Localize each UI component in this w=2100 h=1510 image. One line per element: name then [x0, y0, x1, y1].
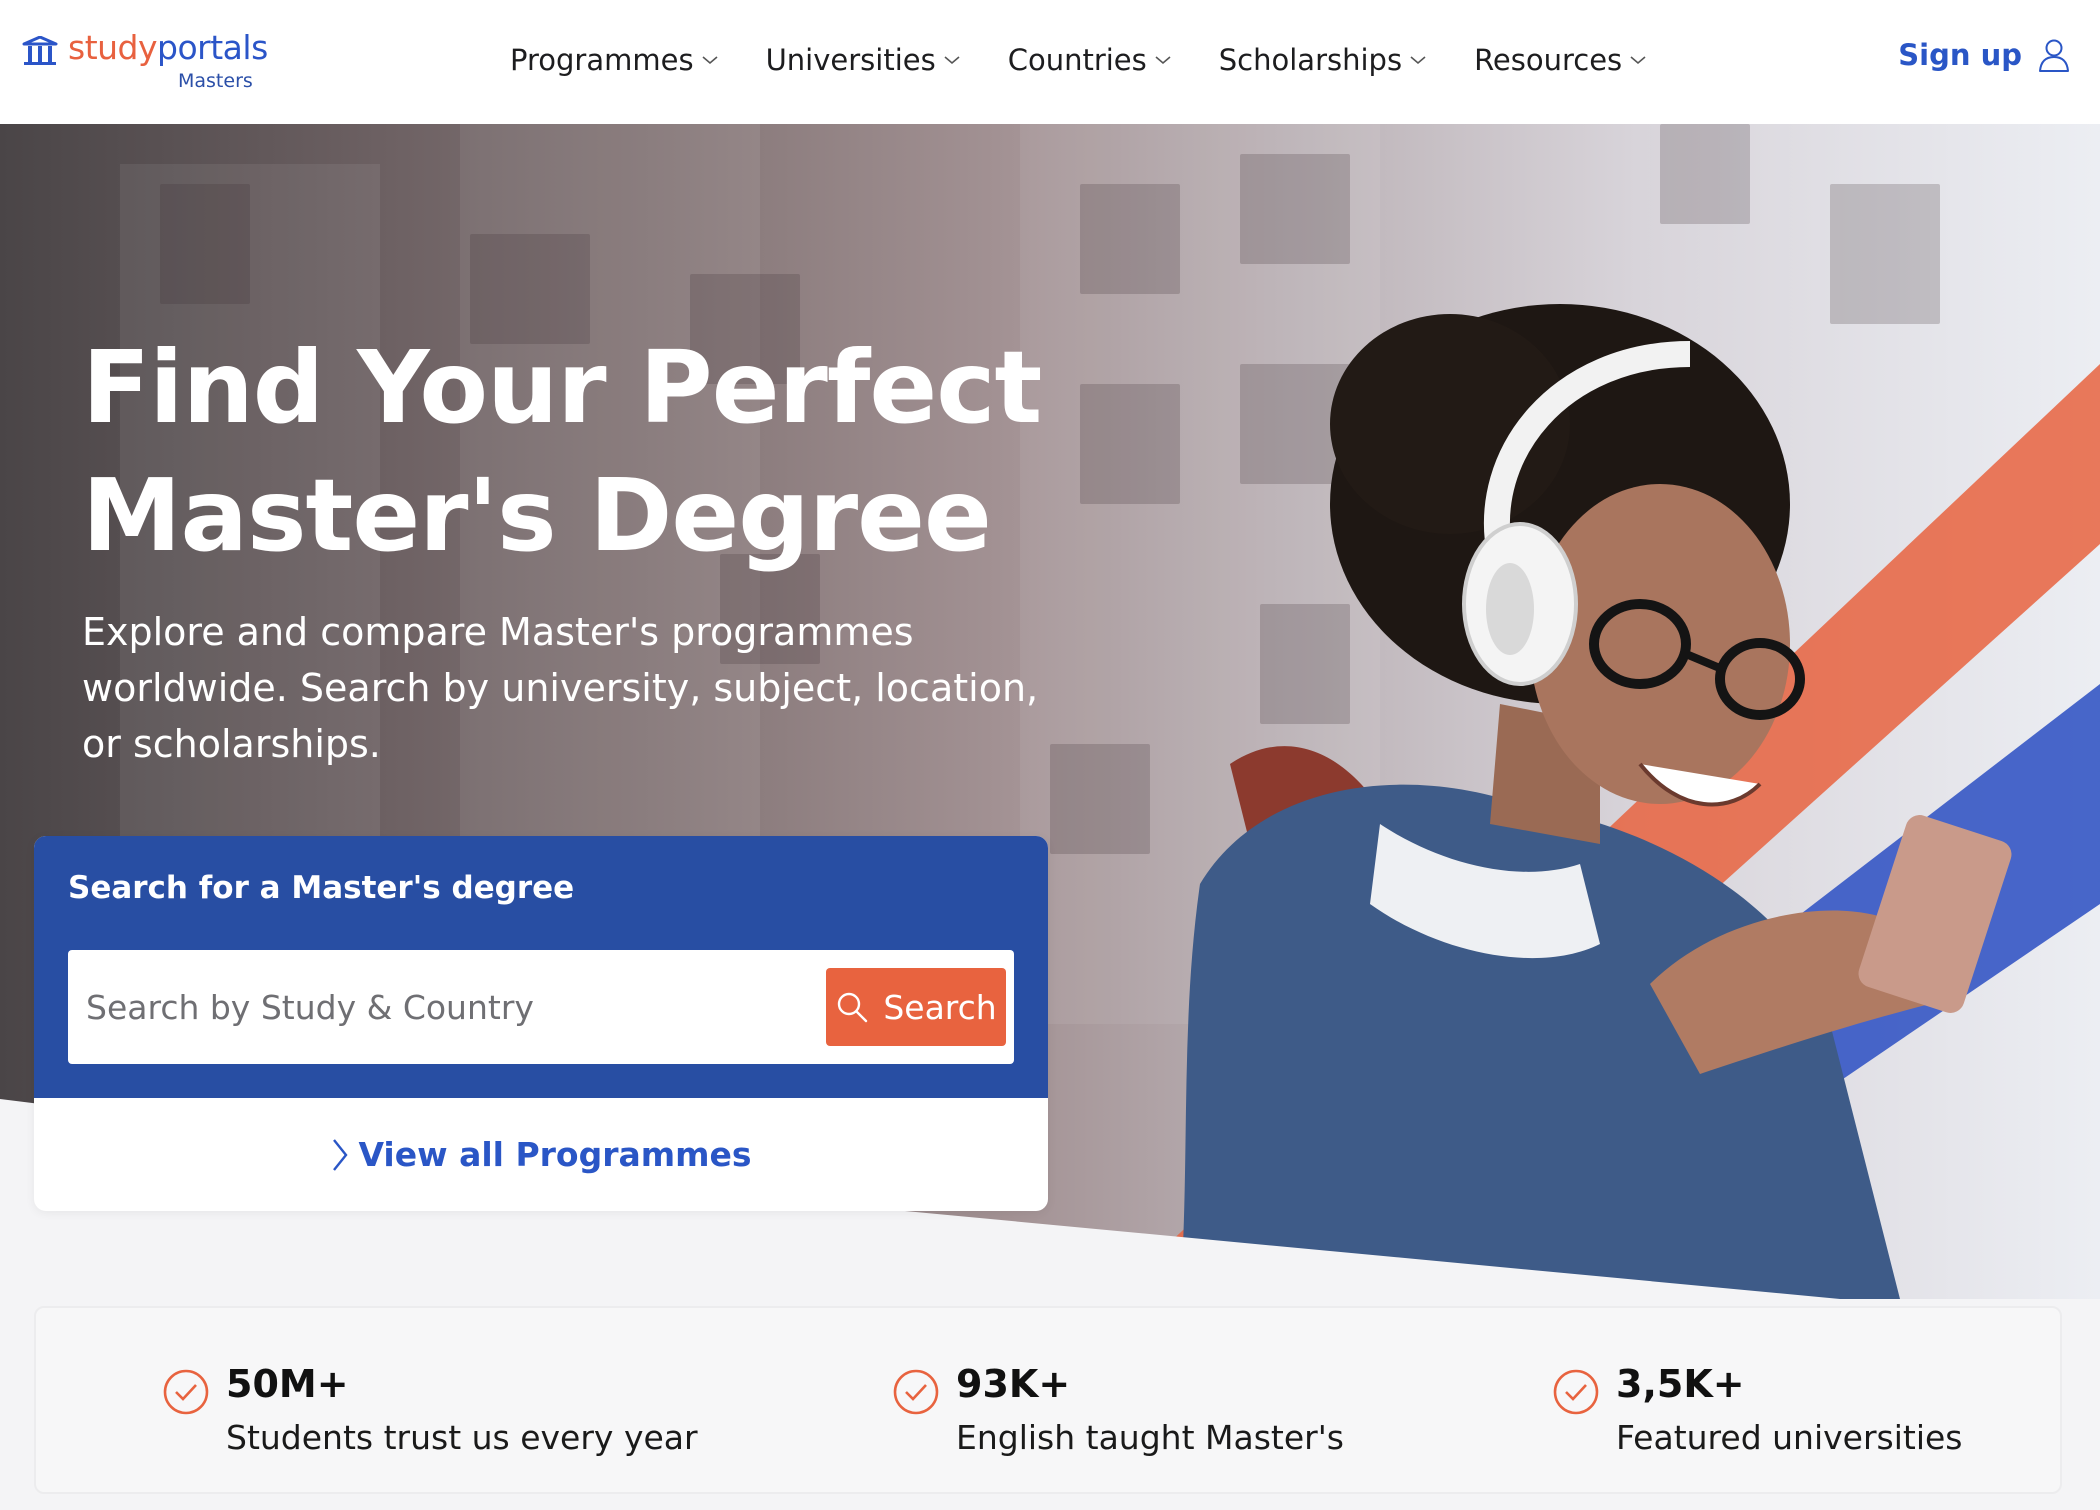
chevron-right-icon — [333, 1138, 348, 1171]
stat-value: 50M+ — [226, 1362, 349, 1406]
check-circle-icon — [893, 1369, 939, 1415]
view-all-label: View all Programmes — [358, 1135, 752, 1174]
hero-title-line1: Find Your Perfect — [82, 329, 1042, 446]
stat-label: English taught Master's — [956, 1418, 1344, 1457]
stat-value: 3,5K+ — [1616, 1362, 1745, 1406]
site-header: studyportals Masters Programmes Universi… — [0, 0, 2100, 124]
nav-countries[interactable]: Countries — [1008, 38, 1171, 82]
chevron-down-icon — [1155, 56, 1171, 65]
logo-study: study — [68, 28, 158, 67]
studyportals-logo[interactable]: studyportals Masters — [22, 28, 282, 92]
signup-label: Sign up — [1898, 38, 2022, 72]
signup-button[interactable]: Sign up — [1898, 38, 2070, 72]
hero-title: Find Your Perfect Master's Degree — [82, 324, 1082, 580]
search-panel: Search for a Master's degree Search — [34, 836, 1048, 1098]
search-box: Search — [68, 950, 1014, 1064]
nav-label: Countries — [1007, 43, 1147, 77]
search-heading: Search for a Master's degree — [68, 870, 575, 906]
nav-label: Universities — [765, 43, 936, 77]
check-circle-icon — [163, 1369, 209, 1415]
hero-title-line2: Master's Degree — [82, 457, 992, 574]
user-icon — [2039, 39, 2069, 72]
check-circle-icon — [1553, 1369, 1599, 1415]
logo-wordmark: studyportals — [68, 28, 268, 67]
logo-portals: portals — [157, 28, 268, 67]
main-nav: Programmes Universities Countries Schola… — [510, 38, 1694, 82]
chevron-down-icon — [702, 56, 718, 65]
logo-subtitle: Masters — [178, 70, 253, 92]
stat-label: Featured universities — [1616, 1418, 1963, 1457]
stat-label: Students trust us every year — [226, 1418, 698, 1457]
stats-bar: 50M+ Students trust us every year 93K+ E… — [34, 1306, 2062, 1494]
chevron-down-icon — [944, 56, 960, 65]
nav-label: Resources — [1474, 43, 1623, 77]
view-all-programmes-link[interactable]: View all Programmes — [34, 1098, 1048, 1211]
university-icon — [22, 36, 58, 65]
nav-resources[interactable]: Resources — [1474, 38, 1646, 82]
search-button[interactable]: Search — [826, 968, 1006, 1046]
chevron-down-icon — [1630, 56, 1646, 65]
nav-label: Scholarships — [1218, 43, 1403, 77]
nav-programmes[interactable]: Programmes — [510, 38, 718, 82]
nav-universities[interactable]: Universities — [766, 38, 960, 82]
nav-label: Programmes — [510, 43, 694, 77]
search-card: Search for a Master's degree Search View… — [34, 836, 1048, 1211]
search-input[interactable] — [68, 950, 818, 1064]
search-button-label: Search — [883, 987, 997, 1027]
hero-subtitle: Explore and compare Master's programmes … — [82, 610, 1039, 766]
stat-value: 93K+ — [956, 1362, 1071, 1406]
search-icon — [838, 992, 868, 1023]
chevron-down-icon — [1410, 56, 1426, 65]
nav-scholarships[interactable]: Scholarships — [1219, 38, 1426, 82]
